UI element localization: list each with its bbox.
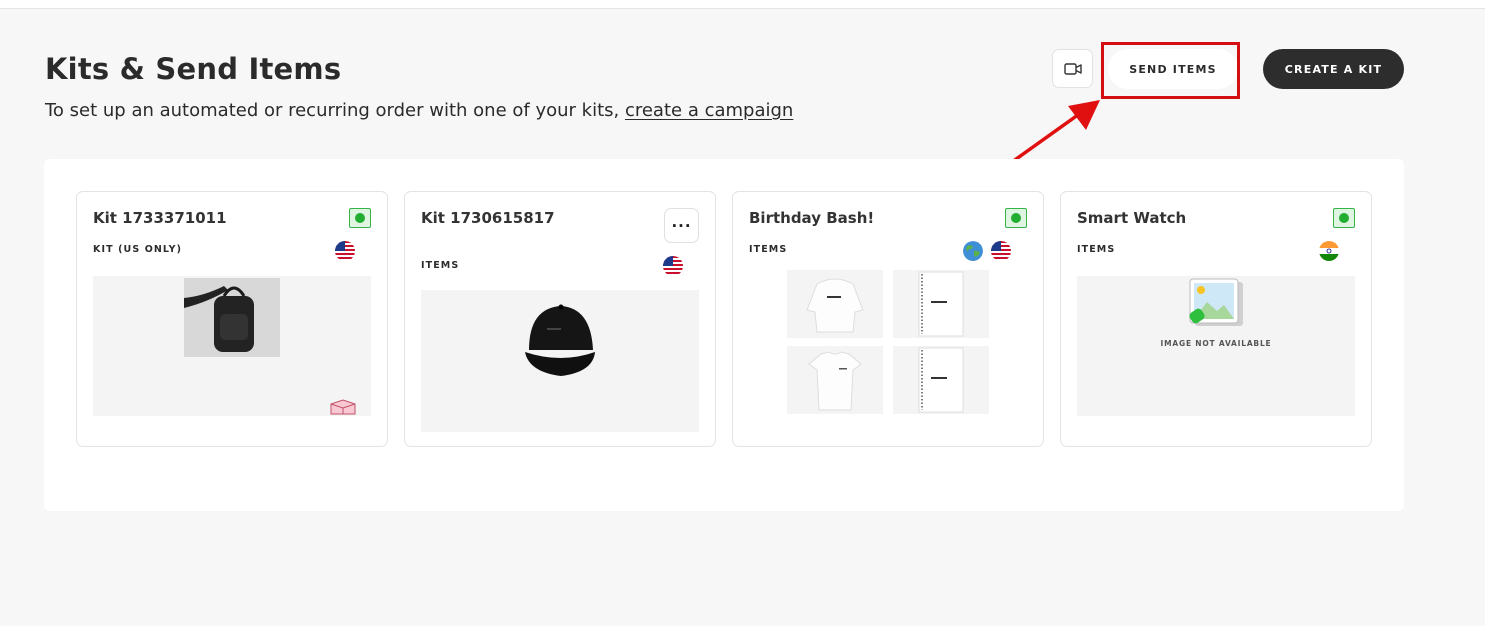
more-options-button[interactable]: ··· xyxy=(664,208,699,243)
kit-type: ITEMS xyxy=(1077,244,1116,255)
image-placeholder-icon xyxy=(1189,278,1243,326)
kit-name: Kit 1730615817 xyxy=(421,209,555,227)
us-flag-icon xyxy=(991,241,1011,261)
us-flag-icon xyxy=(663,256,683,276)
create-campaign-link[interactable]: create a campaign xyxy=(625,100,793,121)
kit-card[interactable]: Birthday Bash! ITEMS xyxy=(732,191,1044,447)
kit-type: KIT (US ONLY) xyxy=(93,244,183,255)
kit-image xyxy=(421,290,699,432)
india-flag-icon xyxy=(1319,241,1339,261)
kit-card[interactable]: Kit 1730615817 ··· ITEMS xyxy=(404,191,716,447)
top-bar xyxy=(0,0,1485,9)
globe-icon xyxy=(963,241,983,261)
active-status-indicator xyxy=(1333,208,1355,228)
notebook-image xyxy=(893,346,989,414)
tshirt-image xyxy=(787,346,883,414)
active-status-indicator xyxy=(349,208,371,228)
more-horizontal-icon: ··· xyxy=(671,216,692,235)
kit-name: Birthday Bash! xyxy=(749,209,875,227)
kit-name: Smart Watch xyxy=(1077,209,1187,227)
us-flag-icon xyxy=(335,241,355,261)
send-items-button[interactable]: SEND ITEMS xyxy=(1108,49,1238,89)
notebook-image xyxy=(893,270,989,338)
page-title: Kits & Send Items xyxy=(45,52,342,86)
video-camera-icon xyxy=(1063,62,1082,75)
kit-type: ITEMS xyxy=(749,244,788,255)
gift-box-icon xyxy=(330,399,356,415)
kit-image xyxy=(93,276,371,416)
kit-image: IMAGE NOT AVAILABLE xyxy=(1077,276,1355,416)
kit-card[interactable]: Kit 1733371011 KIT (US ONLY) xyxy=(76,191,388,447)
hoodie-image xyxy=(787,270,883,338)
kit-type: ITEMS xyxy=(421,260,460,271)
subtitle-text: To set up an automated or recurring orde… xyxy=(45,100,625,121)
backpack-image xyxy=(184,278,280,357)
kit-name: Kit 1733371011 xyxy=(93,209,227,227)
image-not-available-text: IMAGE NOT AVAILABLE xyxy=(1160,339,1272,348)
video-tutorial-button[interactable] xyxy=(1052,49,1093,88)
page-subtitle: To set up an automated or recurring orde… xyxy=(45,100,793,121)
create-a-kit-button[interactable]: CREATE A KIT xyxy=(1263,49,1404,89)
active-status-indicator xyxy=(1005,208,1027,228)
kit-card[interactable]: Smart Watch ITEMS IMAGE NOT AVAILABLE xyxy=(1060,191,1372,447)
cap-image xyxy=(525,304,595,376)
